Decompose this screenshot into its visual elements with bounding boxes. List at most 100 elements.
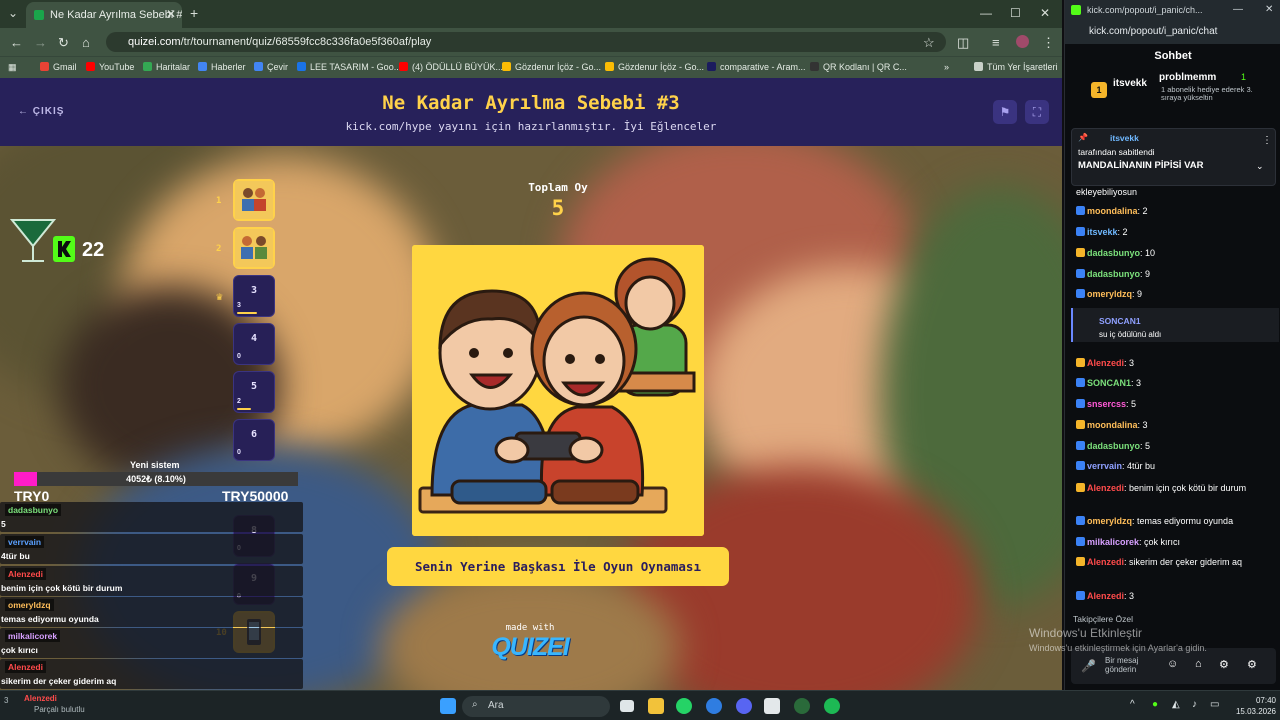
- media-icon[interactable]: ≡: [992, 35, 1000, 50]
- bookmark-star-icon[interactable]: ☆: [923, 35, 935, 51]
- chat-username[interactable]: Alenzedi: [1087, 591, 1124, 601]
- discord-icon[interactable]: [736, 698, 752, 714]
- rail-item-3[interactable]: 33: [233, 275, 275, 317]
- thumbnail-couple-icon: [235, 229, 273, 267]
- taskbar-clock[interactable]: 07:40 15.03.2026: [1226, 695, 1276, 717]
- close-window-icon[interactable]: ✕: [1040, 6, 1050, 20]
- rail-item-1[interactable]: [233, 179, 275, 221]
- fullscreen-icon[interactable]: ⛶: [1025, 100, 1049, 124]
- chat-username[interactable]: verrvain: [1087, 461, 1122, 471]
- start-icon[interactable]: [440, 698, 456, 714]
- kick-chat-window: kick.com/popout/i_panic/ch... — ✕ kick.c…: [1029, 0, 1280, 690]
- close-tab-icon[interactable]: ✕: [166, 7, 176, 21]
- tray-network-icon[interactable]: ◭: [1172, 699, 1180, 710]
- chat-username[interactable]: itsvekk: [1087, 227, 1118, 237]
- chat-username[interactable]: moondalina: [1087, 420, 1138, 430]
- emote-icon[interactable]: ☺: [1167, 658, 1178, 670]
- bookmark-gmail[interactable]: Gmail: [40, 62, 77, 72]
- spotify-icon[interactable]: [824, 698, 840, 714]
- bookmark-youtube[interactable]: YouTube: [86, 62, 134, 72]
- chat-message: Alenzedi: sikerim der çeker giderim aq: [1076, 556, 1274, 569]
- chevron-down-icon[interactable]: ⌄: [1256, 161, 1264, 172]
- bookmark-qr[interactable]: QR Kodlanı | QR C...: [810, 62, 907, 72]
- weather-text[interactable]: Parçalı bulutlu: [34, 705, 85, 714]
- taskbar-search[interactable]: ⌕ Ara: [462, 696, 610, 717]
- store-icon[interactable]: [764, 698, 780, 714]
- reload-icon[interactable]: ↻: [58, 35, 69, 51]
- chat-username[interactable]: omeryldzq: [1087, 289, 1132, 299]
- whatsapp-icon[interactable]: [676, 698, 692, 714]
- browser-tab[interactable]: Ne Kadar Ayrılma Sebebi #3 - Turnuva Qui…: [26, 2, 182, 28]
- gift-settings-icon[interactable]: ⚙: [1247, 658, 1257, 671]
- chat-username[interactable]: dadasbunyo: [1087, 248, 1140, 258]
- mic-icon[interactable]: 🎤: [1081, 659, 1096, 673]
- chat-username[interactable]: SONCAN1: [1087, 378, 1131, 388]
- forward-icon[interactable]: →: [34, 35, 47, 50]
- new-tab-icon[interactable]: +: [190, 5, 198, 21]
- bookmark-maps[interactable]: Haritalar: [143, 62, 190, 72]
- minimize-icon[interactable]: —: [980, 6, 992, 20]
- chrome-icon[interactable]: [706, 698, 722, 714]
- badge-icon: [1076, 441, 1085, 450]
- kick-close-icon[interactable]: ✕: [1265, 4, 1273, 15]
- chat-username[interactable]: omeryldzq: [1087, 516, 1132, 526]
- settings-gear-icon[interactable]: ⚙: [1219, 658, 1229, 671]
- chat-username[interactable]: Alenzedi: [1087, 483, 1124, 493]
- app-icon[interactable]: [794, 698, 810, 714]
- tray-mic-icon[interactable]: ●: [1152, 699, 1158, 710]
- chat-username[interactable]: moondalina: [1087, 206, 1138, 216]
- bookmark-comparative[interactable]: comparative - Aram...: [707, 62, 806, 72]
- file-explorer-icon[interactable]: [648, 698, 664, 714]
- home-icon[interactable]: ⌂: [82, 35, 90, 50]
- chat-username[interactable]: Alenzedi: [1087, 358, 1124, 368]
- chat-placeholder: Bir mesaj gönderin: [1105, 656, 1139, 674]
- answer-button[interactable]: Senin Yerine Başkası İle Oyun Oynaması: [387, 547, 729, 586]
- bookmark-gozdenur-1[interactable]: Gözdenur İçöz - Go...: [502, 62, 601, 72]
- flag-icon[interactable]: ⚑: [993, 100, 1017, 124]
- chat-username[interactable]: Alenzedi: [1087, 557, 1124, 567]
- quizei-logo[interactable]: QUIZEI: [488, 633, 572, 662]
- more-bookmarks-icon[interactable]: »: [944, 62, 949, 72]
- kick-url[interactable]: kick.com/popout/i_panic/chat: [1065, 22, 1280, 44]
- gifter2-name[interactable]: probl​memm: [1159, 72, 1216, 83]
- pinned-message[interactable]: 📌 itsvekk tarafından sabitlendi MANDALİN…: [1071, 128, 1276, 186]
- task-view-icon[interactable]: [620, 700, 634, 712]
- chat-message: milkalicorek: çok kırıcı: [1076, 536, 1274, 549]
- more-icon[interactable]: ⋮: [1262, 135, 1272, 146]
- tab-search-icon[interactable]: ⌄: [8, 6, 18, 20]
- chat-username[interactable]: milkalicorek: [1087, 537, 1139, 547]
- rail-item-6[interactable]: 60: [233, 419, 275, 461]
- all-bookmarks[interactable]: Tüm Yer İşaretleri: [974, 62, 1058, 72]
- quiz-header: ← ÇIKIŞ Ne Kadar Ayrılma Sebebi #3 kick.…: [0, 78, 1062, 146]
- rail-item-5[interactable]: 52: [233, 371, 275, 413]
- extensions-icon[interactable]: ◫: [957, 35, 969, 51]
- chat-input[interactable]: 🎤 Bir mesaj gönderin ☺ ⌂ ⚙ ⚙: [1071, 648, 1276, 684]
- menu-icon[interactable]: ⋮: [1042, 35, 1055, 51]
- back-icon[interactable]: ←: [10, 35, 23, 50]
- kick-tab-title: kick.com/popout/i_panic/ch...: [1087, 5, 1203, 15]
- tray-battery-icon[interactable]: ▭: [1210, 699, 1219, 710]
- maximize-icon[interactable]: ☐: [1010, 6, 1021, 20]
- bookmark-translate[interactable]: Çevir: [254, 62, 288, 72]
- store-icon[interactable]: ⌂: [1195, 658, 1202, 670]
- profile-avatar[interactable]: [1016, 35, 1029, 48]
- top-gifter-name[interactable]: itsvekk: [1113, 78, 1147, 89]
- bookmark-odullu[interactable]: (4) ÖDÜLLÜ BÜYÜK...: [399, 62, 503, 72]
- bookmark-news[interactable]: Haberler: [198, 62, 246, 72]
- chat-username[interactable]: snsercss: [1087, 399, 1126, 409]
- goal-progress: 4052₺ (8.10%): [126, 474, 186, 484]
- overlay-chat-msg: omeryldzq temas ediyormu oyunda: [0, 597, 303, 627]
- bookmark-gozdenur-2[interactable]: Gözdenur İçöz - Go...: [605, 62, 704, 72]
- bookmark-lee[interactable]: LEE TASARIM - Goo...: [297, 62, 401, 72]
- kick-minimize-icon[interactable]: —: [1233, 4, 1243, 15]
- chat-username[interactable]: dadasbunyo: [1087, 269, 1140, 279]
- apps-icon[interactable]: ▦: [8, 62, 17, 73]
- chat-username[interactable]: dadasbunyo: [1087, 441, 1140, 451]
- tray-volume-icon[interactable]: ♪: [1192, 699, 1197, 710]
- rail-item-2[interactable]: [233, 227, 275, 269]
- answer-image-card[interactable]: [412, 245, 704, 536]
- chat-message: ekleyebiliyosun: [1076, 186, 1274, 199]
- rail-item-4[interactable]: 40: [233, 323, 275, 365]
- tray-chevron-icon[interactable]: ^: [1130, 699, 1135, 710]
- url-field[interactable]: quizei.com/tr/tournament/quiz/68559fcc8c…: [106, 32, 946, 52]
